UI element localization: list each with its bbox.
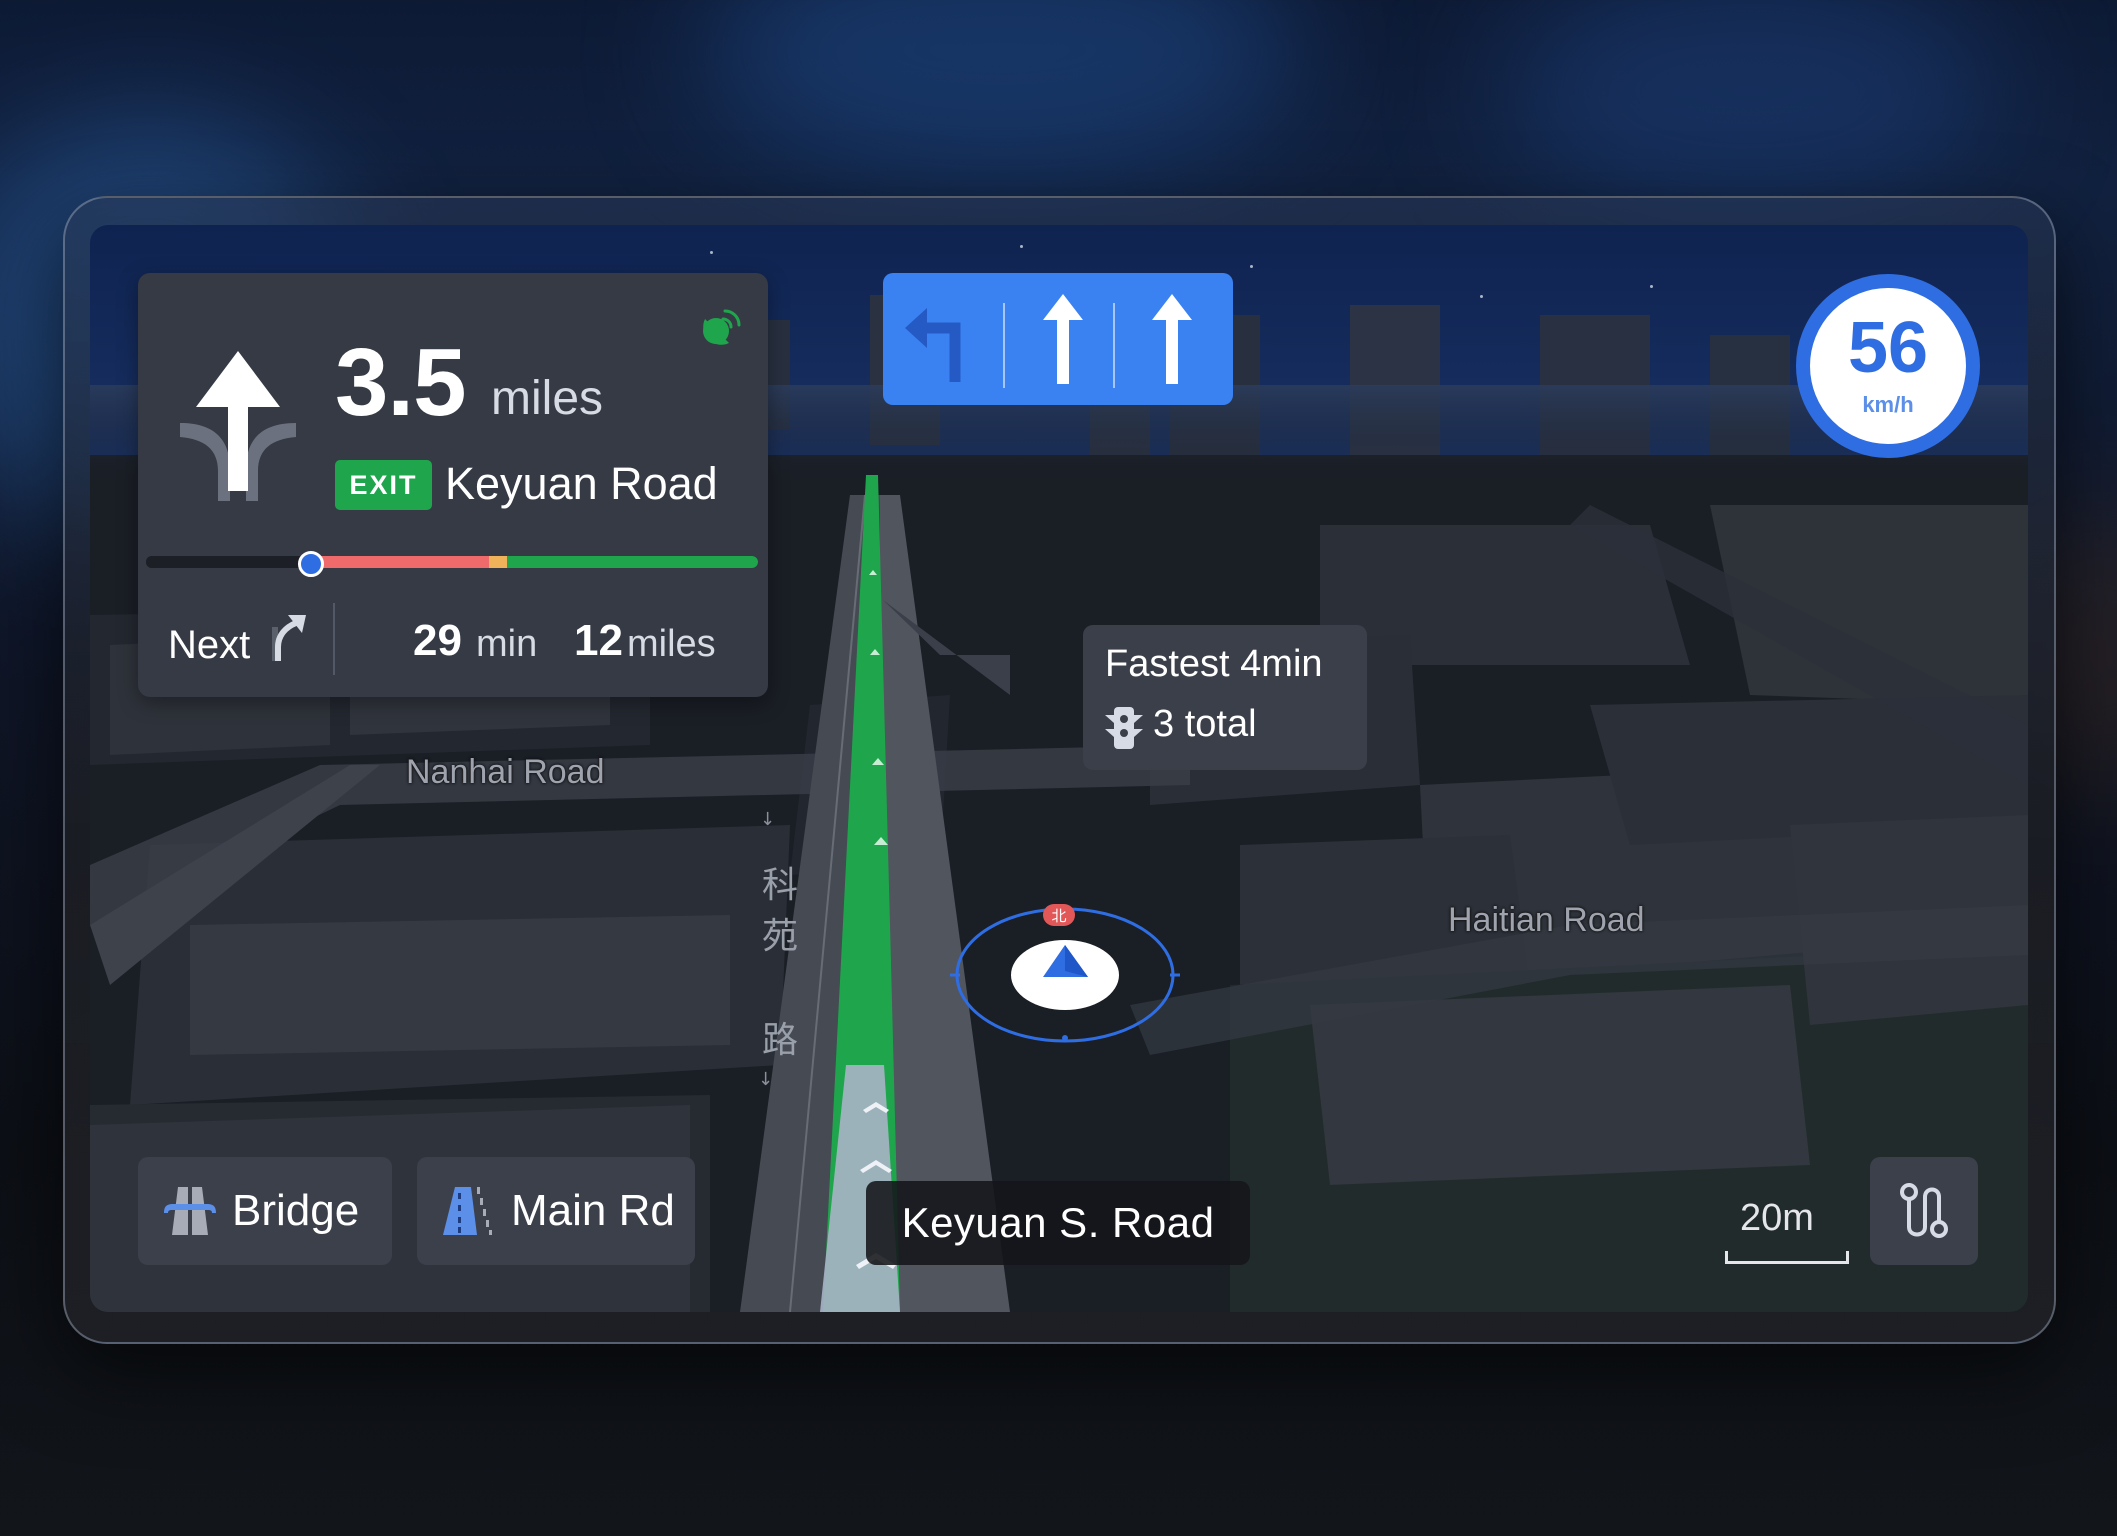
straight-arrow-icon xyxy=(180,351,296,501)
eta-time-unit: min xyxy=(476,623,538,665)
lane-straight xyxy=(1008,273,1118,405)
eta-distance: 12 xyxy=(574,616,623,665)
gps-signal-icon xyxy=(703,309,741,345)
exit-badge: EXIT xyxy=(335,460,432,510)
straight-arrow-icon xyxy=(1043,294,1083,384)
map-label-keyuan-cn-1: 科 xyxy=(762,864,799,905)
progress-segment-traveled xyxy=(146,556,312,568)
turn-slight-right-icon xyxy=(272,615,306,661)
eta-distance-unit: miles xyxy=(627,623,716,665)
maneuver-card[interactable]: 3.5 miles EXIT Keyuan Road Next 29 min 1… xyxy=(138,273,768,697)
main-road-icon xyxy=(443,1187,492,1235)
bridge-icon xyxy=(164,1187,216,1235)
main-road-route-label: Main Rd xyxy=(511,1186,675,1235)
map-scale-bar xyxy=(1725,1251,1849,1264)
route-overview-icon xyxy=(1900,1183,1948,1238)
map-label-nanhai-road: Nanhai Road xyxy=(406,753,605,791)
lane-straight xyxy=(1117,273,1227,405)
traffic-light-count: 3 total xyxy=(1153,703,1257,745)
lane-guidance xyxy=(883,273,1233,405)
route-overview-button[interactable] xyxy=(1870,1157,1978,1265)
current-road-name: Keyuan S. Road xyxy=(866,1181,1250,1265)
bridge-route-label: Bridge xyxy=(232,1186,360,1235)
navigation-screen: ↓ ↓ 科 苑 路 北 Nanhai Road Haitian Road 3.5… xyxy=(90,225,2028,1312)
route-time-saving: Fastest 4min xyxy=(1105,643,1323,685)
map-scale-label: 20m xyxy=(1740,1197,1814,1239)
progress-segment-heavy-traffic xyxy=(311,556,489,568)
progress-segment-clear xyxy=(507,556,758,568)
progress-segment-slow-traffic xyxy=(488,556,508,568)
turn-left-arrow-icon xyxy=(905,308,961,382)
lane-separator xyxy=(1003,303,1005,388)
next-maneuver-label: Next xyxy=(168,623,251,667)
maneuver-distance-unit: miles xyxy=(491,372,604,425)
bridge-route-button[interactable]: Bridge xyxy=(138,1157,392,1265)
progress-position-marker[interactable] xyxy=(298,551,325,577)
svg-text:↓: ↓ xyxy=(760,809,775,830)
maneuver-distance: 3.5 xyxy=(335,329,466,436)
straight-arrow-icon xyxy=(1152,294,1192,384)
vehicle-locator xyxy=(950,907,1180,1043)
route-progress-bar xyxy=(146,556,758,568)
map-label-keyuan-cn-3: 路 xyxy=(762,1019,799,1060)
lane-separator xyxy=(1113,303,1115,388)
svg-text:↓: ↓ xyxy=(758,1069,773,1090)
map-label-haitian-road: Haitian Road xyxy=(1448,901,1645,939)
divider xyxy=(333,603,335,675)
exit-road-name: Keyuan Road xyxy=(445,458,718,509)
north-badge: 北 xyxy=(1043,904,1075,926)
eta-time: 29 xyxy=(413,616,462,665)
lane-left-turn xyxy=(883,273,993,405)
traffic-light-icon xyxy=(1105,707,1143,749)
map-label-keyuan-cn-2: 苑 xyxy=(762,915,799,956)
main-road-route-button[interactable]: Main Rd xyxy=(417,1157,695,1265)
speed-indicator: 56 km/h xyxy=(1796,274,1980,458)
route-info-tooltip[interactable]: Fastest 4min 3 total xyxy=(1083,625,1367,770)
speed-unit: km/h xyxy=(1862,392,1914,417)
speed-value: 56 xyxy=(1847,308,1929,388)
